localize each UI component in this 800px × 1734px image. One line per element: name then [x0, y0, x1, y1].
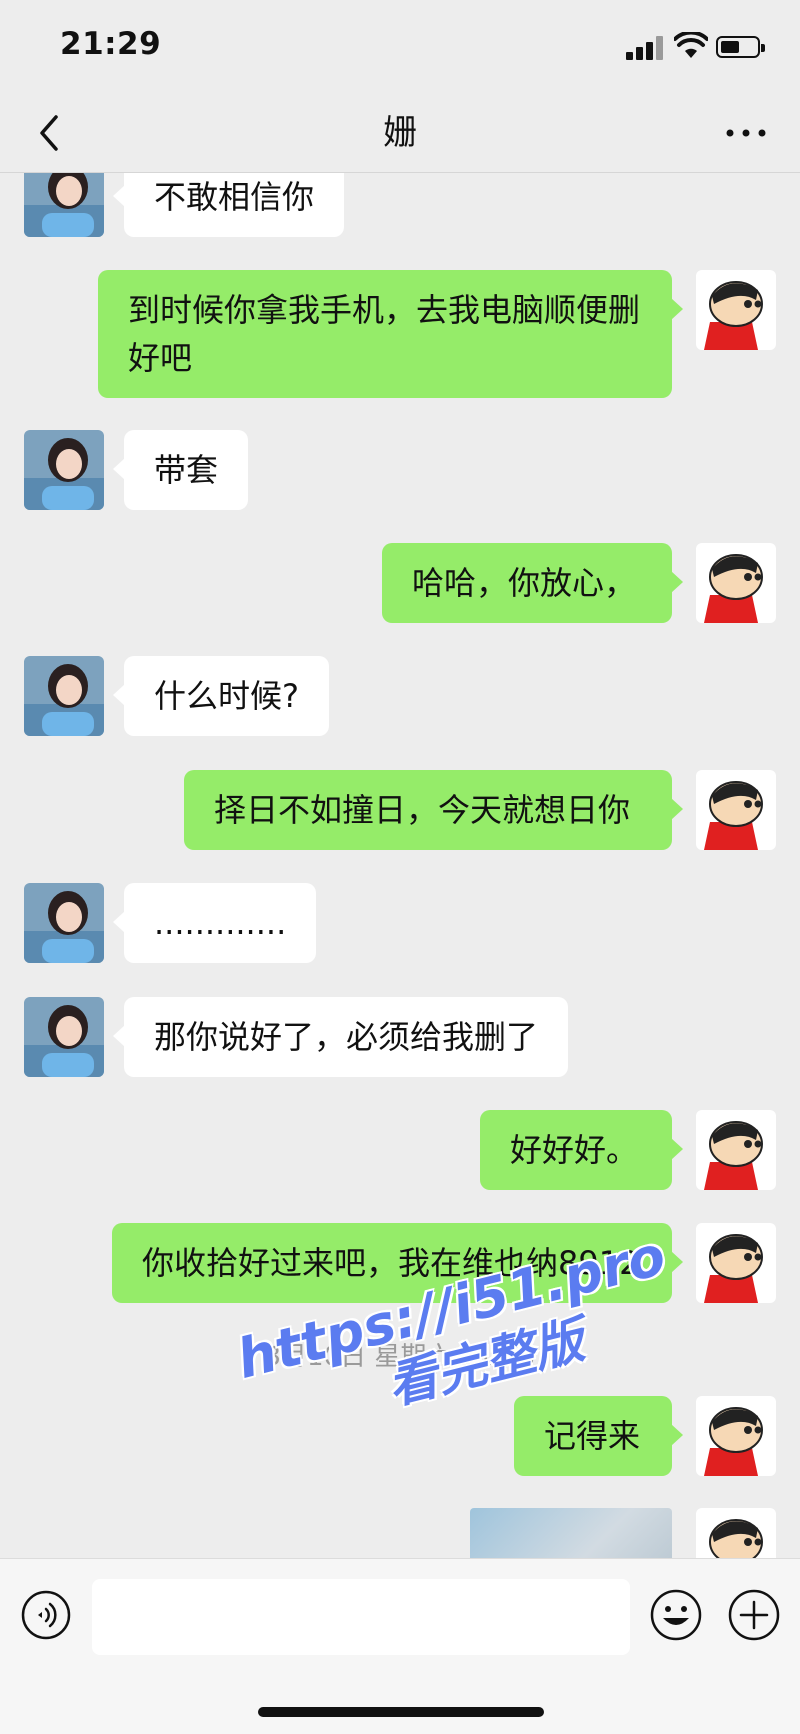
my-avatar-image: [696, 543, 776, 623]
my-avatar-image: [696, 1396, 776, 1476]
my-avatar[interactable]: [696, 1508, 776, 1558]
contact-avatar-image: [24, 430, 104, 510]
my-avatar-image: [696, 770, 776, 850]
message-bubble[interactable]: 到时候你拿我手机，去我电脑顺便删好吧: [98, 270, 683, 398]
home-indicator[interactable]: [258, 1707, 544, 1717]
contact-avatar[interactable]: [24, 883, 104, 963]
my-avatar[interactable]: [696, 1396, 776, 1476]
my-avatar[interactable]: [696, 1223, 776, 1303]
my-avatar[interactable]: [696, 270, 776, 350]
message-bubble[interactable]: 记得来: [514, 1396, 683, 1476]
my-avatar[interactable]: [696, 543, 776, 623]
message-timestamp: 3月10日 星期六 21:45: [264, 1342, 536, 1372]
plus-icon: [728, 1589, 780, 1641]
emoji-button[interactable]: [648, 1587, 704, 1643]
signal-icon: [626, 36, 666, 60]
status-time: 21:29: [60, 26, 162, 62]
contact-avatar[interactable]: [24, 656, 104, 736]
my-avatar-image: [696, 270, 776, 350]
contact-avatar[interactable]: [24, 430, 104, 510]
battery-icon: [716, 36, 765, 58]
contact-avatar-image: [24, 997, 104, 1077]
message-bubble[interactable]: 择日不如撞日，今天就想日你: [184, 770, 683, 850]
chat-title: 姗: [383, 113, 417, 153]
my-avatar-image: [696, 1110, 776, 1190]
nav-bar: 姗: [0, 96, 800, 173]
message-bubble[interactable]: 那你说好了，必须给我删了: [112, 997, 569, 1077]
emoji-icon: [650, 1589, 702, 1641]
my-avatar-image: [696, 1508, 776, 1558]
message-bubble[interactable]: .............: [112, 883, 317, 963]
contact-avatar-image: [24, 173, 104, 237]
message-bubble[interactable]: 什么时候?: [113, 656, 329, 736]
input-bar: [0, 1558, 800, 1734]
image-message[interactable]: [470, 1508, 672, 1558]
my-avatar[interactable]: [696, 770, 776, 850]
my-avatar[interactable]: [696, 1110, 776, 1190]
more-dots-icon: [726, 129, 766, 137]
message-input[interactable]: [92, 1579, 630, 1655]
plus-button[interactable]: [726, 1587, 782, 1643]
voice-icon: [21, 1590, 71, 1640]
message-bubble[interactable]: 好好好。: [480, 1110, 683, 1190]
voice-button[interactable]: [20, 1589, 72, 1641]
message-bubble[interactable]: 你收拾好过来吧，我在维也纳8912: [112, 1223, 683, 1303]
wifi-icon: [674, 32, 708, 58]
contact-avatar[interactable]: [24, 173, 104, 237]
my-avatar-image: [696, 1223, 776, 1303]
chat-area[interactable]: 不敢相信你 到时候你拿我手机，去我电脑顺便删好吧 带套 哈哈，你放心， 什么时候…: [0, 173, 800, 1558]
status-bar: 21:29: [0, 0, 800, 96]
contact-avatar[interactable]: [24, 997, 104, 1077]
message-bubble[interactable]: 带套: [112, 430, 249, 510]
message-bubble[interactable]: 不敢相信你: [112, 173, 345, 237]
contact-avatar-image: [24, 656, 104, 736]
contact-avatar-image: [24, 883, 104, 963]
more-button[interactable]: [720, 108, 780, 158]
message-bubble[interactable]: 哈哈，你放心，: [382, 543, 683, 623]
